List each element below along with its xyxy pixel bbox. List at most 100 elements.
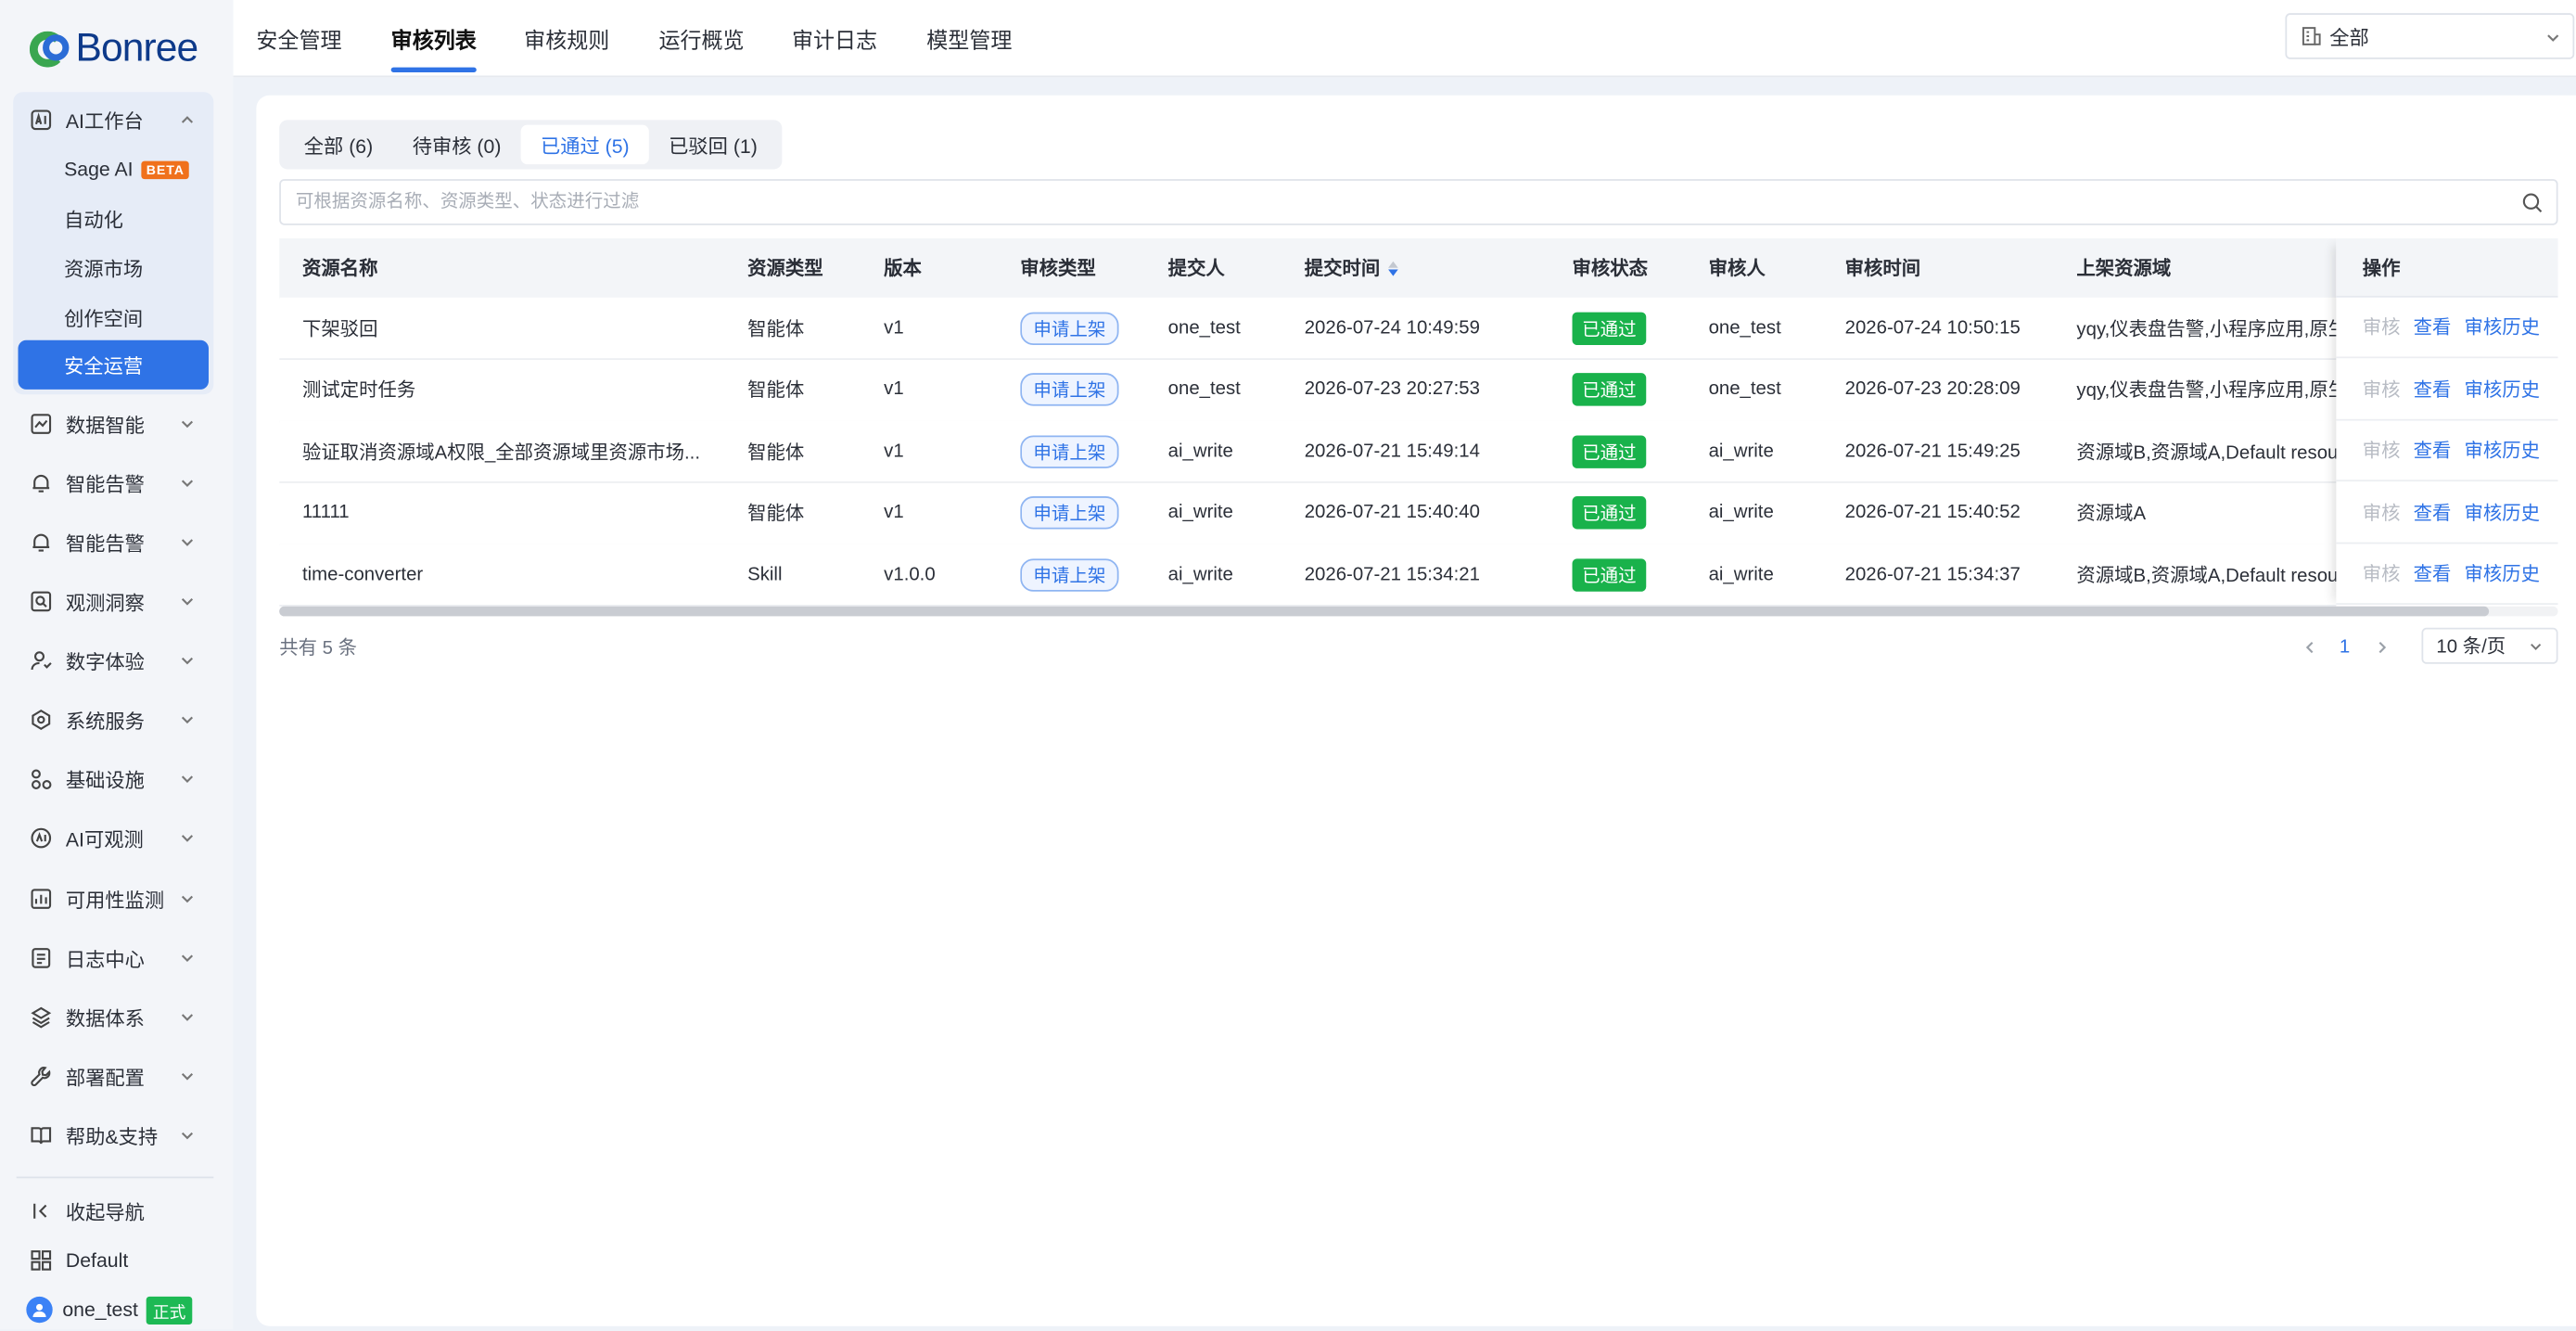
sidebar-item-deploy-config[interactable]: 部署配置 [13,1052,213,1101]
cell-version: v1 [884,379,904,400]
sidebar-item-observe-insight[interactable]: 观测洞察 [13,577,213,626]
tab-status-all[interactable]: 全部 (6) [285,125,393,165]
cell-version: v1.0.0 [884,564,936,584]
ai-observe-icon [30,826,53,850]
scrollbar-thumb[interactable] [279,606,2490,617]
cell-submitter: ai_write [1167,441,1233,461]
status-badge: 已通过 [1572,557,1647,591]
cell-review-type: 申请上架 [1020,421,1160,482]
sidebar: Bonree AI工作台 Sage AI BETA 自动化 资源市场 创作空间 … [0,0,234,1331]
tab-security-management[interactable]: 安全管理 [256,0,341,75]
cell-reviewer: ai_write [1708,564,1774,584]
main-panel: 全部 (6) 待审核 (0) 已通过 (5) 已驳回 (1) 资源名称 资源类型… [256,95,2576,1326]
collapse-icon [33,1203,47,1219]
review-history-button[interactable]: 审核历史 [2465,437,2540,463]
sidebar-subitem-sage-ai[interactable]: Sage AI BETA [18,145,209,194]
tab-status-pending[interactable]: 待审核 (0) [392,125,520,165]
cell-submit-time: 2026-07-21 15:40:40 [1304,503,1480,523]
tab-review-rules[interactable]: 审核规则 [524,0,609,75]
wrench-icon [30,1065,53,1088]
workspace-switcher[interactable]: Default [13,1239,128,1282]
sidebar-item-smart-alert-2[interactable]: 智能告警 [13,518,213,567]
bell-icon [30,531,53,554]
sort-icon[interactable] [1388,260,1398,275]
chevron-down-icon [181,954,194,963]
cell-reviewer: ai_write [1708,503,1774,523]
cell-version: v1 [884,441,904,461]
sidebar-item-help-support[interactable]: 帮助&支持 [13,1111,213,1160]
tab-model-management[interactable]: 模型管理 [926,0,1012,75]
row-actions: 审核 查看 审核历史 [2336,359,2558,420]
chevron-down-icon [181,895,194,903]
sidebar-item-ai-workbench[interactable]: AI工作台 [13,96,213,145]
sidebar-item-smart-alert[interactable]: 智能告警 [13,458,213,507]
page-number-1[interactable]: 1 [2340,631,2350,663]
horizontal-scrollbar[interactable] [279,606,2558,617]
chevron-left-icon [2305,641,2314,654]
review-history-button[interactable]: 审核历史 [2465,314,2540,339]
cell-resource-name: time-converter [301,564,424,584]
sidebar-item-label: 日志中心 [65,947,145,971]
sidebar-item-label: 数据智能 [65,413,145,437]
status-badge: 已通过 [1572,373,1647,406]
sidebar-item-label: 观测洞察 [65,590,145,614]
tab-audit-log[interactable]: 审计日志 [792,0,877,75]
sidebar-subitem-creation-space[interactable]: 创作空间 [18,292,209,341]
view-button[interactable]: 查看 [2414,314,2452,339]
tab-review-list[interactable]: 审核列表 [390,0,477,75]
brand-name: Bonree [75,26,198,71]
sidebar-item-digital-experience[interactable]: 数字体验 [13,636,213,685]
review-history-button[interactable]: 审核历史 [2465,560,2540,586]
search-icon[interactable] [2522,192,2544,213]
sidebar-item-data-intelligence[interactable]: 数据智能 [13,400,213,449]
cell-review-type: 申请上架 [1020,359,1160,420]
chevron-down-icon [181,1132,194,1140]
collapse-nav-button[interactable]: 收起导航 [13,1190,145,1233]
brand-logo[interactable]: Bonree [29,23,198,76]
user-env-badge: 正式 [146,1295,193,1325]
filter-input[interactable] [292,190,2435,214]
beta-badge: BETA [141,160,190,179]
cell-listing-domain: yqy,仪表盘告警,小程序应用,原生 [2076,319,2340,339]
col-submit-time[interactable]: 提交时间 [1305,238,1398,298]
sidebar-item-availability[interactable]: 可用性监测 [13,875,213,924]
view-button[interactable]: 查看 [2414,437,2452,463]
tab-status-rejected[interactable]: 已驳回 (1) [649,125,777,165]
chevron-down-icon [2547,34,2559,42]
sidebar-item-label: 帮助&支持 [65,1124,159,1148]
cell-review-type: 申请上架 [1020,482,1160,544]
sidebar-item-log-center[interactable]: 日志中心 [13,933,213,982]
review-history-button[interactable]: 审核历史 [2465,499,2540,525]
chevron-down-icon [181,775,194,783]
col-resource-type: 资源类型 [747,259,823,280]
collapse-nav-label: 收起导航 [65,1200,145,1224]
cell-resource-name: 11111 [301,503,350,523]
review-history-button[interactable]: 审核历史 [2465,376,2540,402]
chevron-down-icon [181,1073,194,1081]
tab-status-approved[interactable]: 已通过 (5) [520,124,649,165]
sidebar-item-infrastructure[interactable]: 基础设施 [13,754,213,803]
cell-resource-name: 验证取消资源域A权限_全部资源域里资源市场... [301,442,701,463]
cell-review-status: 已通过 [1572,544,1701,605]
sidebar-subitem-security-ops[interactable]: 安全运营 [18,339,210,390]
avatar [26,1296,53,1324]
scope-select[interactable]: 全部 [2285,13,2575,59]
col-review-time: 审核时间 [1844,259,1921,280]
app-frame: Bonree AI工作台 Sage AI BETA 自动化 资源市场 创作空间 … [0,0,2576,1331]
pager-prev[interactable] [2302,631,2318,663]
page-size-select[interactable]: 10 条/页 [2421,627,2558,664]
user-menu[interactable]: one_test 正式 [13,1288,193,1331]
view-button[interactable]: 查看 [2414,560,2452,586]
sidebar-item-system-service[interactable]: 系统服务 [13,695,213,744]
sidebar-item-ai-observability[interactable]: AI可观测 [13,813,213,863]
tab-run-overview[interactable]: 运行概览 [658,0,744,75]
view-button[interactable]: 查看 [2414,376,2452,402]
sidebar-item-data-system[interactable]: 数据体系 [13,992,213,1042]
sidebar-subitem-resource-market[interactable]: 资源市场 [18,243,209,292]
cell-resource-name: 下架驳回 [301,319,378,339]
pager-next[interactable] [2374,631,2391,663]
page-number-label: 1 [2339,637,2351,658]
sidebar-subitem-automation[interactable]: 自动化 [18,194,209,243]
view-button[interactable]: 查看 [2414,499,2452,525]
status-badge: 已通过 [1572,311,1647,345]
